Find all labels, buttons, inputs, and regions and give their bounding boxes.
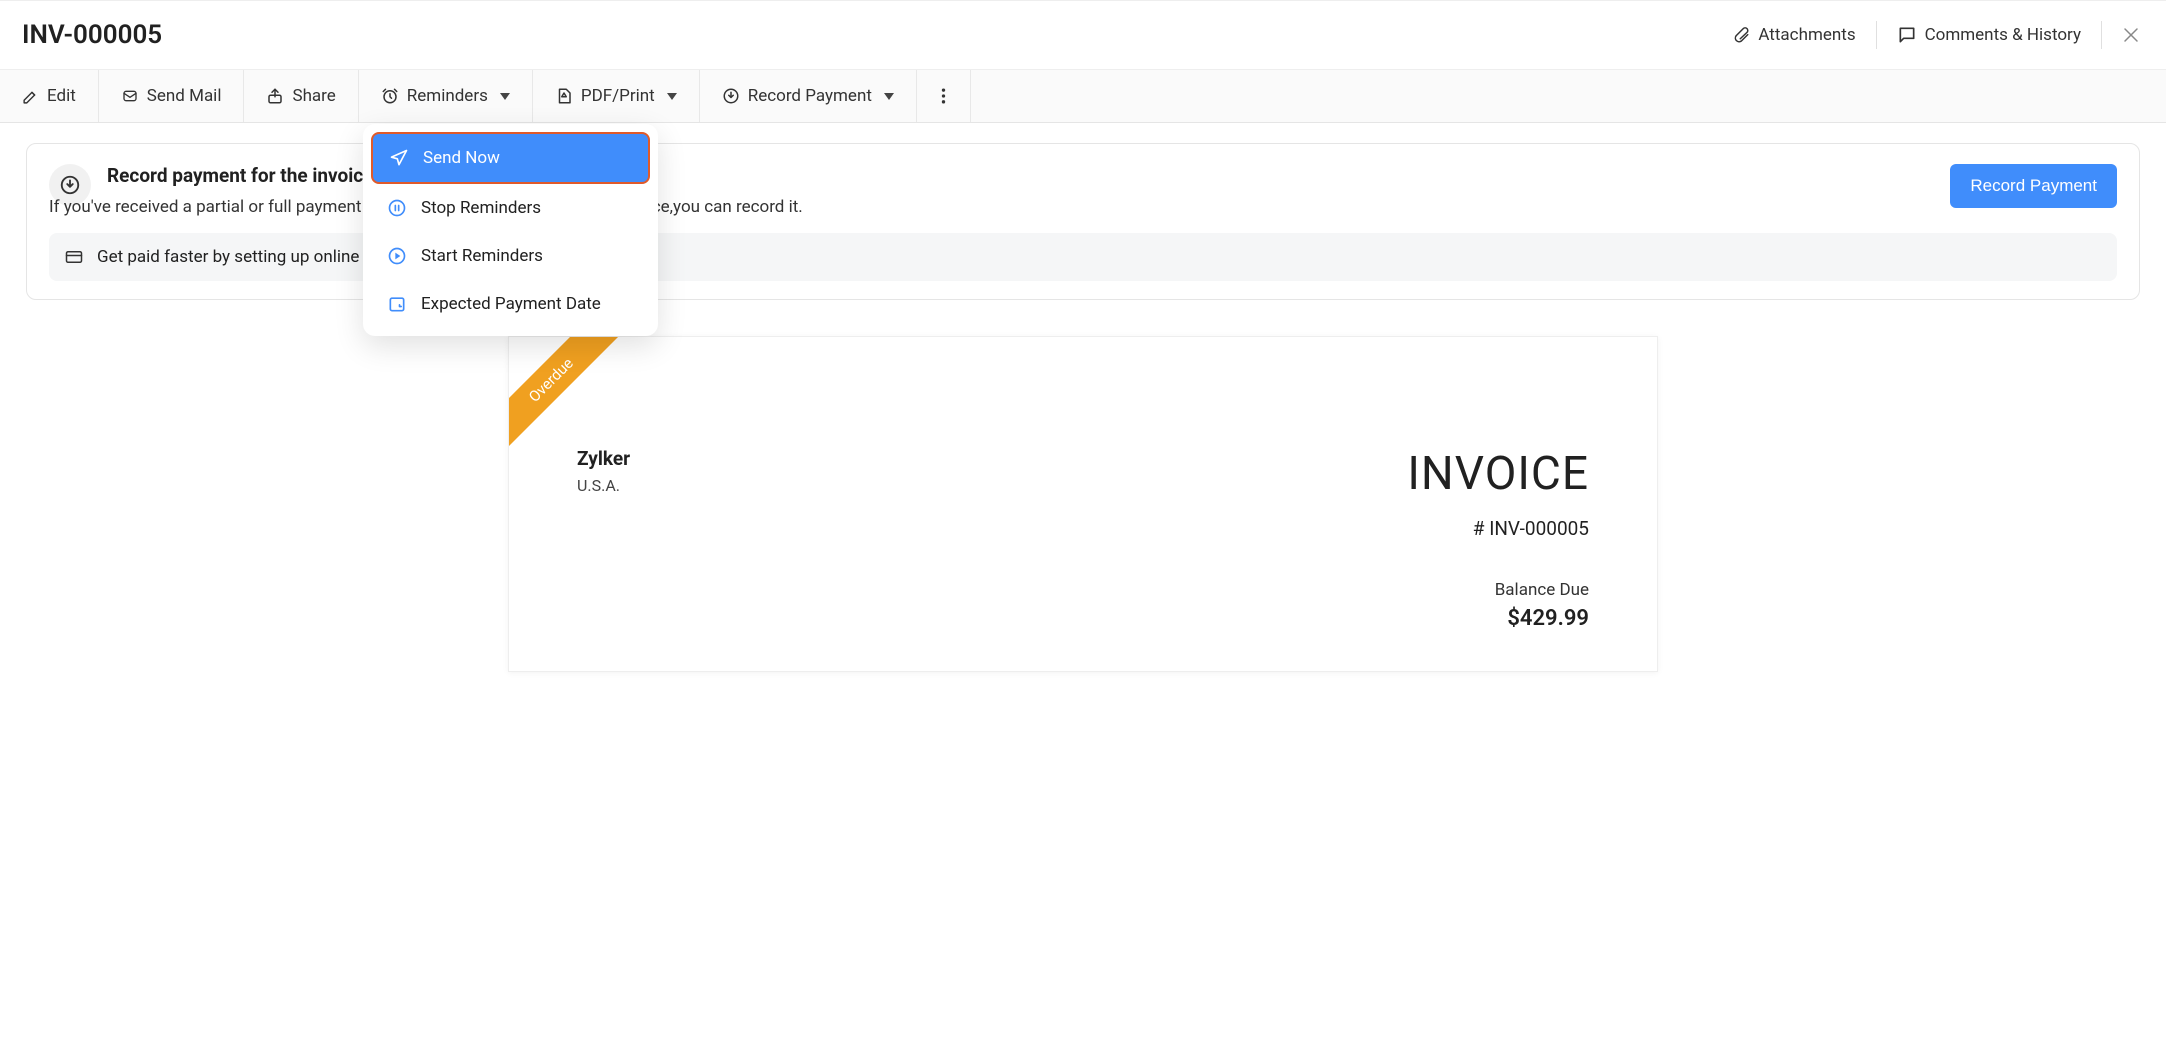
record-payment-button[interactable]: Record Payment [1950,164,2117,208]
invoice-company-country: U.S.A. [577,476,630,495]
status-ribbon: Overdue [508,336,627,456]
send-icon [389,148,409,168]
pause-icon [387,198,407,218]
record-payment-card-subtitle: If you've received a partial or full pay… [49,197,1934,217]
more-actions-button[interactable] [917,70,971,122]
comment-icon [1897,25,1917,45]
balance-due-label: Balance Due [1407,580,1589,600]
chevron-down-icon [667,93,677,100]
reminders-dropdown-menu: Send Now Stop Reminders Start Reminders … [363,124,658,336]
expected-payment-date-label: Expected Payment Date [421,294,601,314]
send-now-label: Send Now [423,148,500,168]
invoice-company-name: Zylker [577,447,630,470]
pdf-print-label: PDF/Print [581,86,655,106]
record-payment-icon [722,87,740,105]
record-payment-dropdown-button[interactable]: Record Payment [700,70,917,122]
share-button[interactable]: Share [244,70,358,122]
calendar-clock-icon [387,294,407,314]
mail-icon [121,88,139,104]
attachments-label: Attachments [1758,25,1855,45]
send-mail-button[interactable]: Send Mail [99,70,245,122]
menu-item-expected-payment-date[interactable]: Expected Payment Date [371,280,650,328]
menu-item-stop-reminders[interactable]: Stop Reminders [371,184,650,232]
clock-icon [381,87,399,105]
paperclip-icon [1732,25,1750,45]
play-circle-icon [387,246,407,266]
attachments-button[interactable]: Attachments [1728,19,1859,51]
edit-label: Edit [47,86,76,106]
payment-gateway-banner: Get paid faster by setting up online pay… [49,233,2117,281]
pdf-icon [555,87,573,105]
page-title: INV-000005 [22,20,162,50]
record-payment-label: Record Payment [748,86,872,106]
reminders-dropdown-button[interactable]: Reminders [359,70,533,122]
comments-history-label: Comments & History [1925,25,2081,45]
reminders-label: Reminders [407,86,488,106]
divider [1876,21,1877,49]
comments-history-button[interactable]: Comments & History [1893,19,2085,51]
pencil-icon [22,88,39,105]
stop-reminders-label: Stop Reminders [421,198,541,218]
menu-item-send-now[interactable]: Send Now [371,132,650,184]
content-area: Record payment for the invoice If you've… [0,123,2166,672]
share-label: Share [292,86,335,106]
share-icon [266,87,284,105]
chevron-down-icon [884,93,894,100]
invoice-preview: Overdue Zylker U.S.A. INVOICE # INV-0000… [508,336,1658,672]
balance-due-value: $429.99 [1407,606,1589,631]
edit-button[interactable]: Edit [0,70,99,122]
close-button[interactable] [2118,22,2144,48]
invoice-number: # INV-000005 [1407,517,1589,540]
menu-item-start-reminders[interactable]: Start Reminders [371,232,650,280]
send-mail-label: Send Mail [147,86,222,106]
divider [2101,21,2102,49]
more-vertical-icon [941,87,946,105]
start-reminders-label: Start Reminders [421,246,543,266]
invoice-heading: INVOICE [1407,447,1589,501]
pdf-print-dropdown-button[interactable]: PDF/Print [533,70,700,122]
page-header: INV-000005 Attachments Comments & Histor… [0,0,2166,70]
action-toolbar: Edit Send Mail Share Reminders PDF/Print… [0,70,2166,123]
chevron-down-icon [500,93,510,100]
record-payment-card: Record payment for the invoice If you've… [26,143,2140,300]
credit-card-icon [63,248,85,266]
